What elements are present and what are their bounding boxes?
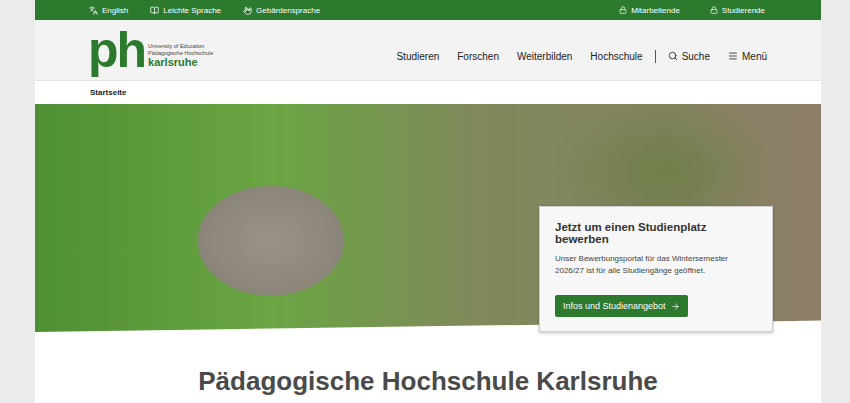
search-button[interactable]: Suche: [668, 51, 710, 62]
top-bar-left: English Leichte Sprache Gebärdensprache: [89, 6, 320, 15]
page: English Leichte Sprache Gebärdensprache Mit…: [35, 0, 821, 403]
logo-line: Pädagogische Hochschule: [148, 50, 213, 57]
lock-icon: [710, 6, 718, 14]
page-title: Pädagogische Hochschule Karlsruhe: [198, 366, 657, 403]
main-nav: Studieren Forschen Weiterbilden Hochschule S…: [396, 50, 767, 63]
hero-card: Jetzt um einen Studienplatz bewerben Unse…: [539, 206, 773, 332]
logo-line: University of Education: [148, 43, 213, 50]
top-bar-link[interactable]: English: [89, 6, 128, 15]
top-bar-right: Mitarbeitende Studierende: [619, 6, 765, 15]
book-icon: [150, 6, 159, 15]
title-area: Pädagogische Hochschule Karlsruhe: [35, 332, 821, 403]
breadcrumb-item[interactable]: Startseite: [90, 88, 126, 97]
nav-divider: [655, 50, 656, 63]
logo[interactable]: phUniversity of EducationPädagogische Ho…: [88, 29, 213, 72]
hero-card-button[interactable]: Infos und Studienangebot: [555, 295, 688, 317]
top-bar-link[interactable]: Gebärdensprache: [243, 6, 320, 15]
nav-item[interactable]: Weiterbilden: [517, 51, 572, 62]
arrow-right-icon: [671, 302, 680, 311]
hand-icon: [243, 6, 252, 15]
login-link[interactable]: Mitarbeitende: [619, 6, 679, 15]
logo-mark: ph: [88, 29, 145, 72]
menu-button[interactable]: Menü: [728, 51, 767, 62]
logo-name: karlsruhe: [148, 56, 213, 68]
lock-icon: [619, 6, 627, 14]
top-bar: English Leichte Sprache Gebärdensprache Mit…: [35, 0, 821, 20]
logo-text: University of EducationPädagogische Hoch…: [148, 43, 213, 71]
hero-card-title: Jetzt um einen Studienplatz bewerben: [555, 221, 758, 245]
menu-icon: [728, 51, 738, 61]
hero: Jetzt um einen Studienplatz bewerben Unse…: [35, 104, 821, 332]
top-bar-link[interactable]: Leichte Sprache: [150, 6, 221, 15]
breadcrumb: Startseite: [35, 80, 821, 104]
login-link[interactable]: Studierende: [710, 6, 765, 15]
nav-item[interactable]: Studieren: [396, 51, 439, 62]
nav-item[interactable]: Hochschule: [590, 51, 642, 62]
search-icon: [668, 51, 678, 61]
hero-card-text: Unser Bewerbungsportal für das Wintersem…: [555, 253, 758, 277]
language-icon: [89, 6, 98, 15]
nav-item[interactable]: Forschen: [457, 51, 499, 62]
header: phUniversity of EducationPädagogische Ho…: [35, 20, 821, 80]
